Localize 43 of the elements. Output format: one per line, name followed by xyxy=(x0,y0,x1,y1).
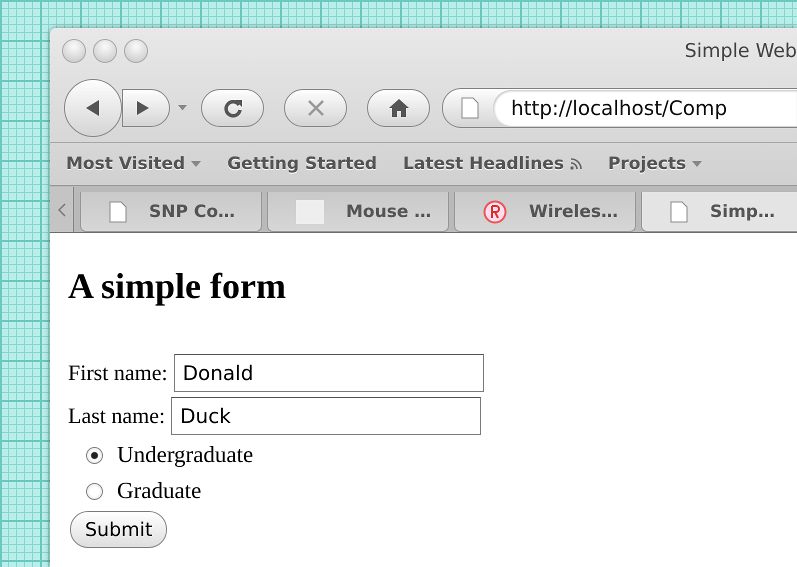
submit-button[interactable]: Submit xyxy=(70,511,168,548)
stop-button[interactable] xyxy=(284,89,347,127)
page-heading: A simple form xyxy=(68,265,287,307)
rss-icon xyxy=(570,158,582,170)
url-text: http://localhost/Comp xyxy=(511,96,728,120)
circle-logo-icon xyxy=(483,200,507,224)
address-bar[interactable]: http://localhost/Comp xyxy=(442,88,797,128)
text-field[interactable]: Duck xyxy=(171,396,482,434)
bookmark-link[interactable]: Latest Headlines xyxy=(403,154,582,174)
window-button[interactable] xyxy=(62,39,86,63)
browser-tab[interactable]: Mouse … xyxy=(267,192,449,232)
caret-icon xyxy=(191,161,202,167)
tab-scroll-button[interactable] xyxy=(50,187,74,232)
radio-label: Undergraduate xyxy=(117,442,254,468)
radio-label: Graduate xyxy=(117,478,202,504)
blank-page-icon xyxy=(296,200,324,224)
page-icon xyxy=(670,200,688,222)
browser-tab[interactable]: SNP Co… xyxy=(80,192,262,232)
caret-icon xyxy=(692,161,702,167)
window-title: Simple Web xyxy=(684,40,797,62)
close-icon xyxy=(306,98,326,118)
reload-button[interactable] xyxy=(201,89,264,127)
forward-arrow-icon xyxy=(135,100,151,116)
browser-tab[interactable]: Wireles… xyxy=(454,192,636,232)
bookmark-link[interactable]: Projects xyxy=(608,154,702,174)
forward-button[interactable] xyxy=(122,89,170,127)
page-icon xyxy=(461,97,479,119)
home-button[interactable] xyxy=(367,89,430,127)
browser-tab[interactable]: Simp… xyxy=(641,192,797,232)
radio-button[interactable] xyxy=(86,482,103,500)
caret-icon xyxy=(178,105,187,111)
home-icon xyxy=(388,98,410,118)
reload-icon xyxy=(222,97,244,119)
text-field[interactable]: Donald xyxy=(174,354,484,392)
chevron-left-icon xyxy=(58,202,66,216)
radio-button[interactable] xyxy=(86,446,103,464)
window-button[interactable] xyxy=(124,39,148,63)
bookmark-link[interactable]: Getting Started xyxy=(227,154,378,174)
window-button[interactable] xyxy=(93,39,117,63)
bookmark-link[interactable]: Most Visited xyxy=(66,154,202,174)
field-label: Last name: xyxy=(68,402,166,428)
field-label: First name: xyxy=(68,360,168,386)
page-icon xyxy=(109,200,127,222)
